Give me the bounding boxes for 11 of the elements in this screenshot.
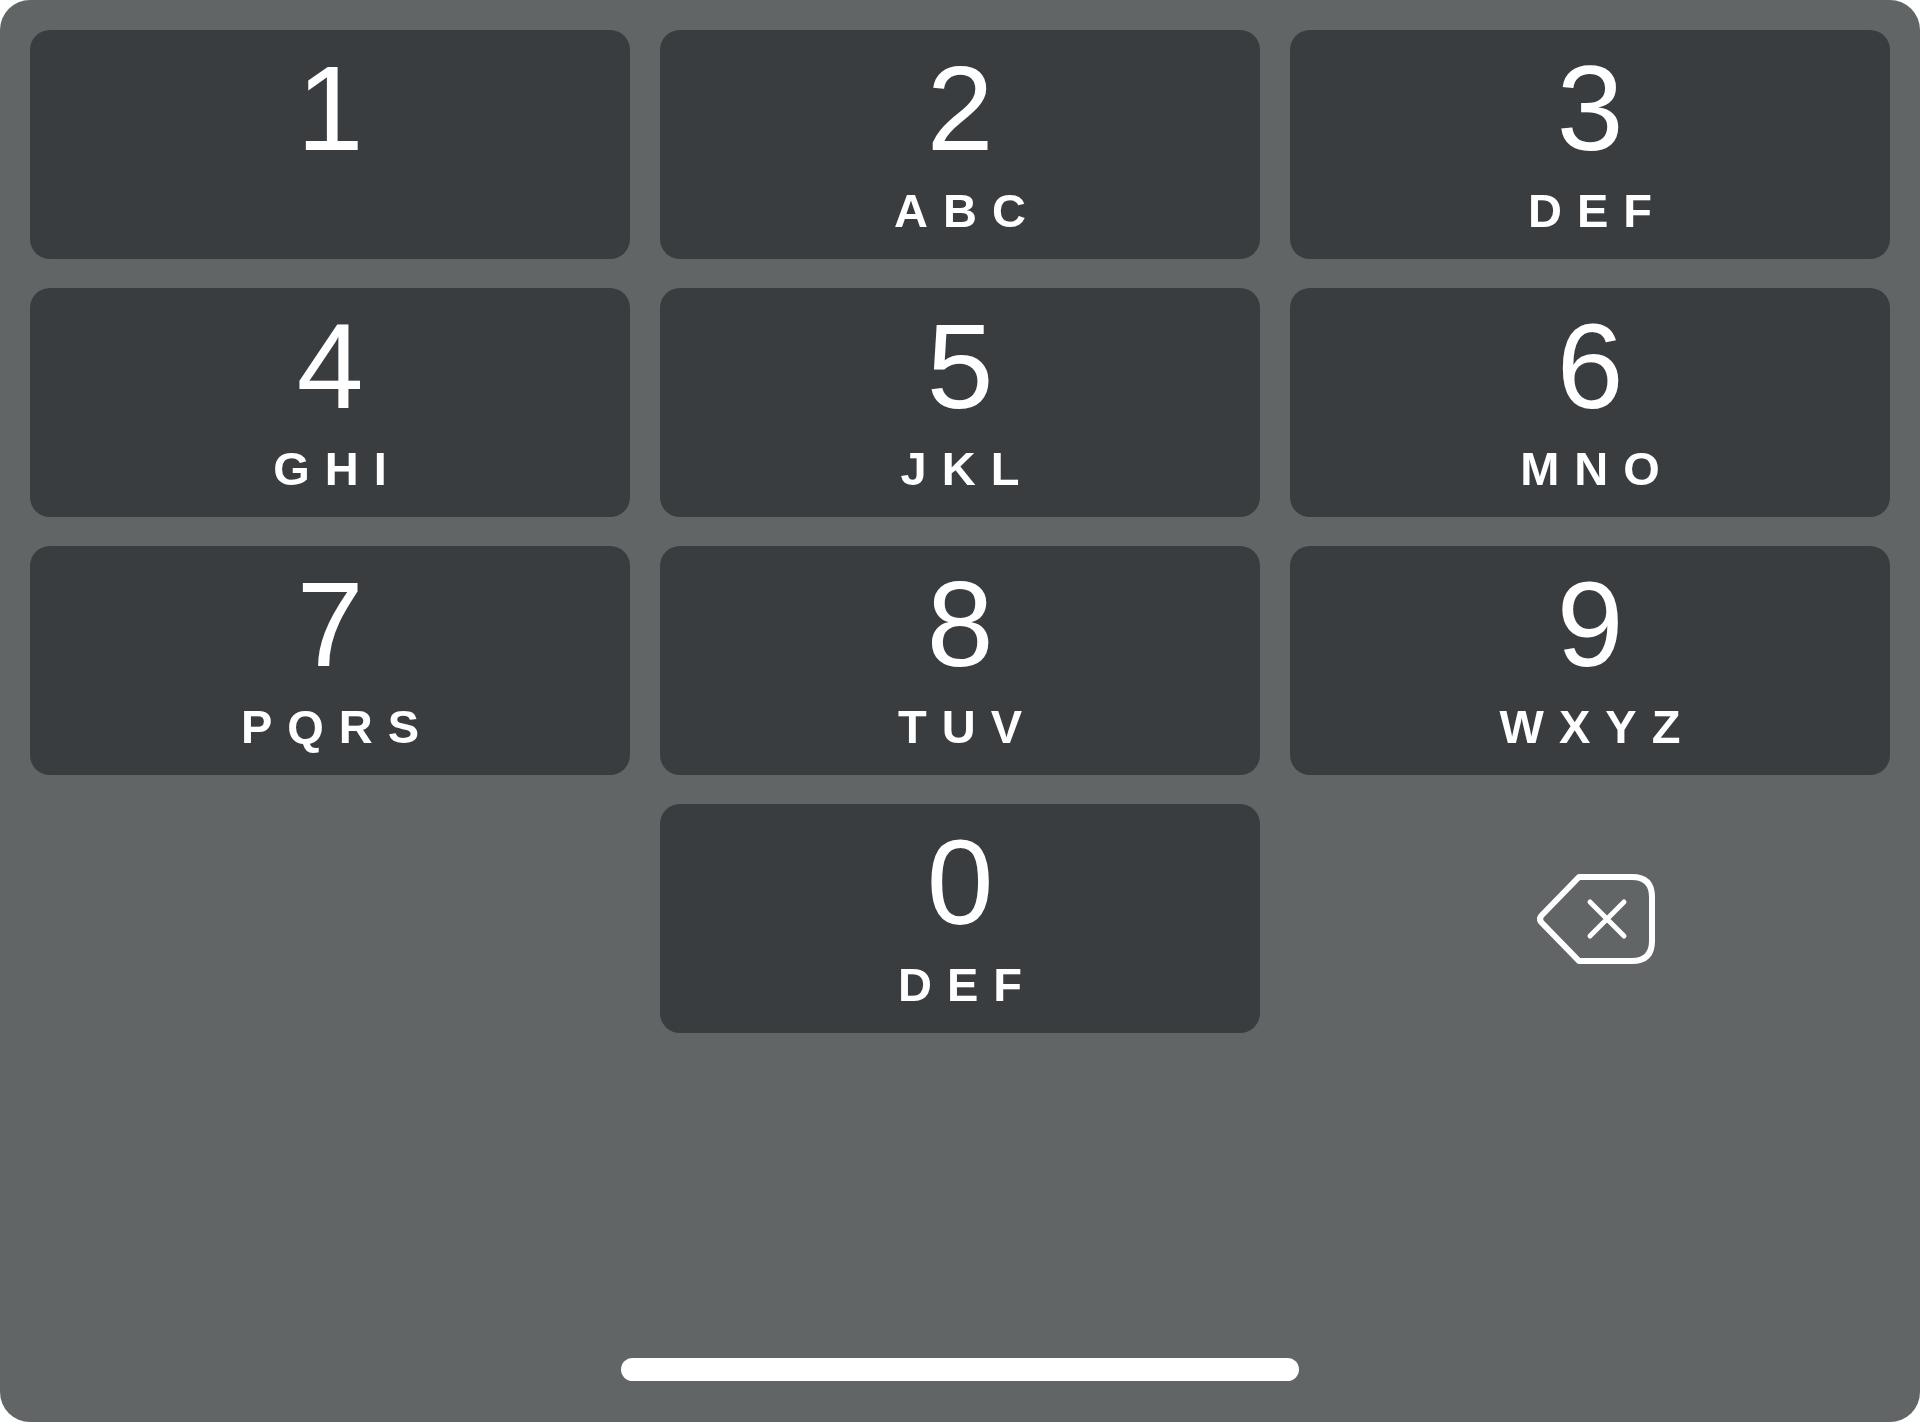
keypad-key[interactable]: 0 DEF <box>660 804 1260 1033</box>
keypad-key[interactable]: 9 WXYZ <box>1290 546 1890 775</box>
keypad-key[interactable]: 5 JKL <box>660 288 1260 517</box>
keypad-key[interactable]: 2 ABC <box>660 30 1260 259</box>
keypad-key[interactable]: 4 GHI <box>30 288 630 517</box>
backspace-icon[interactable] <box>1537 873 1655 964</box>
keypad-key[interactable]: 3 DEF <box>1290 30 1890 259</box>
keypad-key[interactable]: 1 <box>30 30 630 259</box>
keypad-key[interactable]: 8 TUV <box>660 546 1260 775</box>
keypad-key[interactable]: 7 PQRS <box>30 546 630 775</box>
keypad-key[interactable]: 6 MNO <box>1290 288 1890 517</box>
